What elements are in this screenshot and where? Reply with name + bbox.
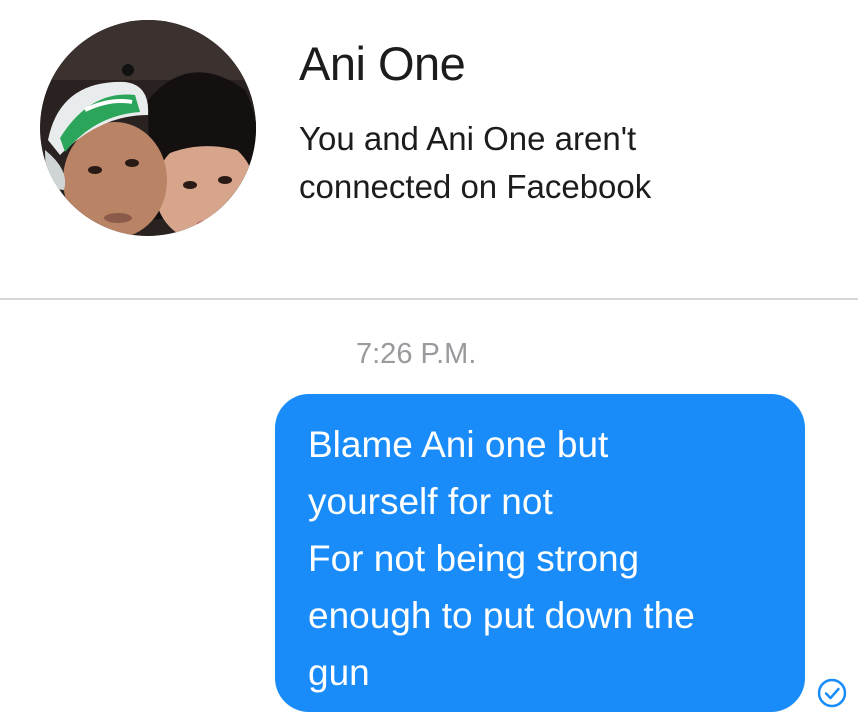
message-timestamp: 7:26 P.M.: [356, 338, 477, 370]
avatar-photo: [40, 20, 256, 236]
outgoing-message-bubble[interactable]: Blame Ani one but yourself for not For n…: [275, 394, 805, 712]
message-text-line: gun: [308, 652, 370, 693]
header-divider: [0, 298, 858, 300]
sent-check-icon: [817, 678, 847, 708]
message-text-line: enough to put down the: [308, 595, 695, 636]
connection-status-text: You and Ani One aren't connected on Face…: [299, 120, 652, 205]
profile-name: Ani One: [299, 37, 466, 90]
message-text-line: yourself for not: [308, 481, 553, 522]
messenger-conversation: Ani One You and Ani One aren't connected…: [0, 0, 858, 726]
message-text-line: For not being strong: [308, 538, 640, 579]
profile-avatar[interactable]: [40, 20, 256, 236]
message-text-line: Blame Ani one but: [308, 424, 609, 465]
